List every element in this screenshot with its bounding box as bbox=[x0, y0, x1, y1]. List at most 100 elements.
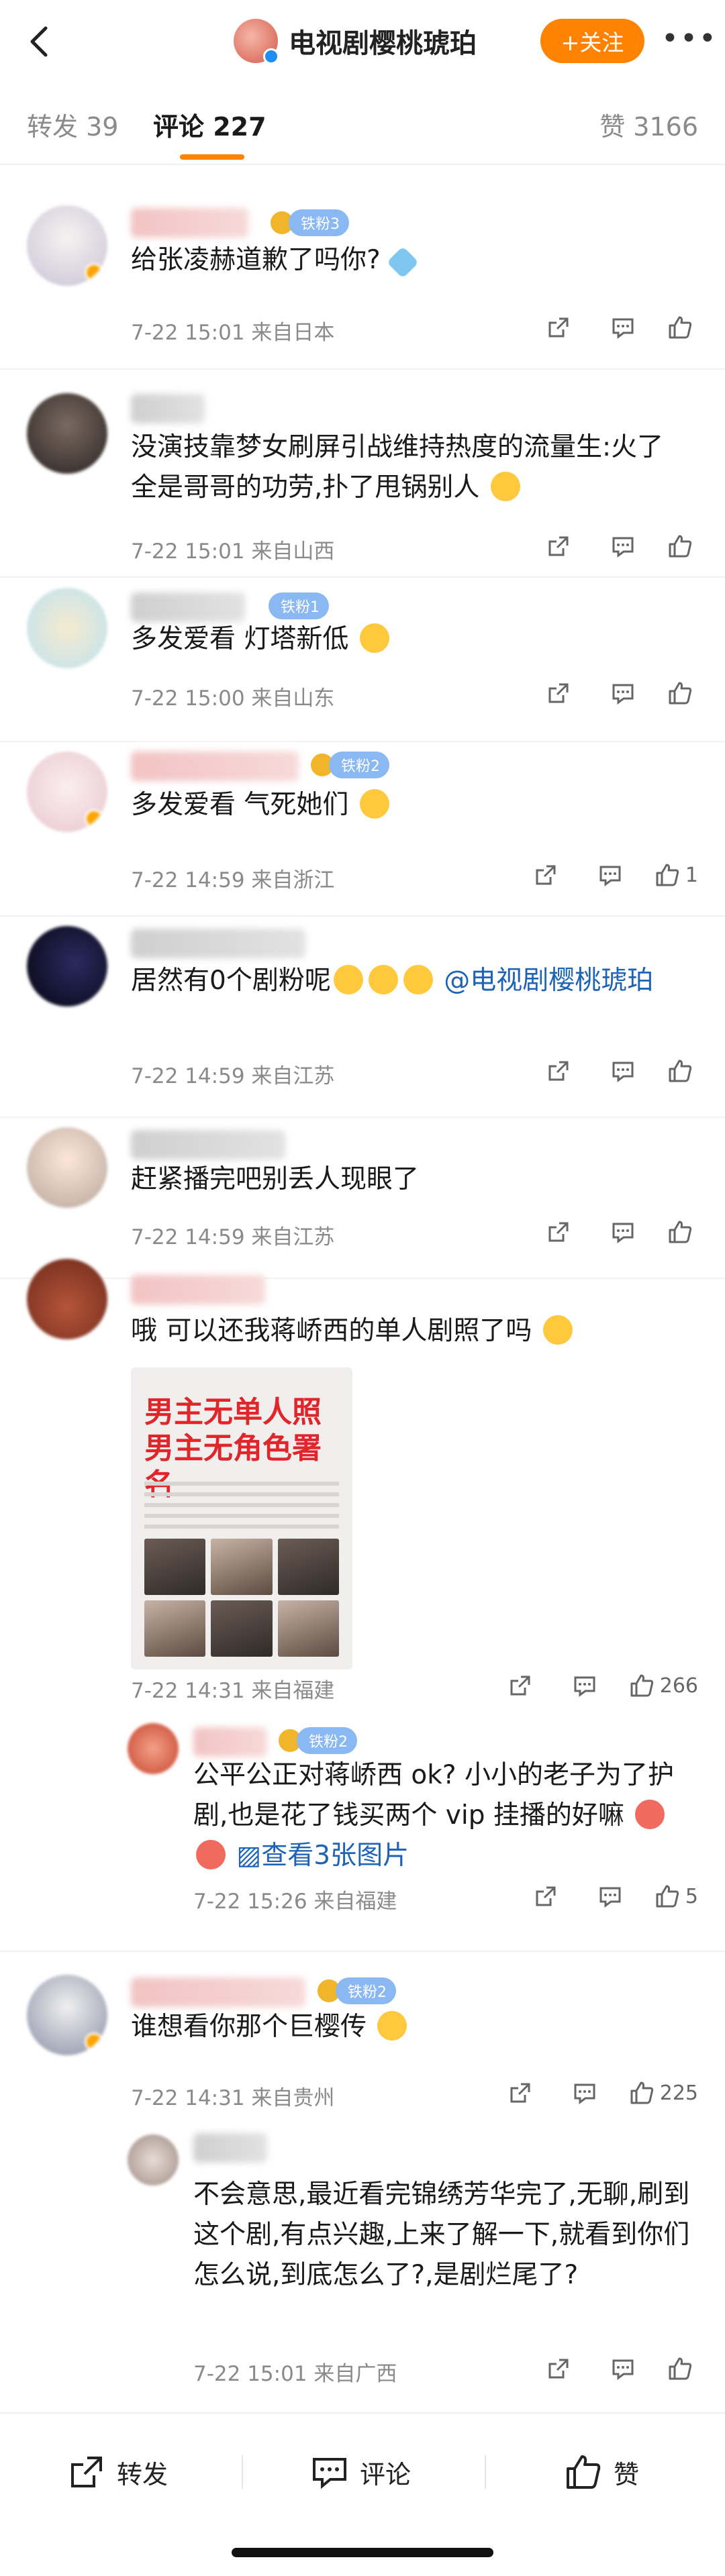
like-button[interactable] bbox=[655, 677, 698, 709]
like-button[interactable] bbox=[655, 530, 698, 562]
like-button[interactable] bbox=[655, 1216, 698, 1248]
view-images-link[interactable]: ▨查看3张图片 bbox=[236, 1841, 409, 1871]
username-blurred[interactable] bbox=[131, 1130, 285, 1160]
share-icon[interactable] bbox=[488, 1669, 552, 1702]
comment-meta: 7-22 14:31 来自福建 bbox=[131, 1679, 335, 1703]
comment-text: 给张凌赫道歉了吗你? bbox=[131, 240, 685, 280]
username-blurred[interactable] bbox=[131, 394, 205, 423]
thumbs-up-icon bbox=[656, 864, 679, 886]
reply-icon[interactable] bbox=[552, 2077, 617, 2109]
tab-like[interactable]: 赞 3166 bbox=[599, 106, 698, 143]
reply-icon[interactable] bbox=[578, 1880, 642, 1912]
comment-meta: 7-22 15:01 来自山西 bbox=[131, 539, 335, 564]
username-blurred[interactable] bbox=[131, 1977, 305, 2007]
thumbs-up-icon bbox=[669, 535, 692, 558]
verified-icon bbox=[85, 809, 103, 828]
thumbs-up-icon bbox=[656, 1885, 679, 1908]
back-arrow-icon[interactable] bbox=[20, 21, 60, 62]
share-icon[interactable] bbox=[526, 2353, 591, 2385]
avatar[interactable] bbox=[27, 1975, 107, 2055]
comment-actions bbox=[526, 311, 698, 344]
more-options-icon[interactable]: ••• bbox=[661, 24, 716, 56]
thumbs-up-icon bbox=[630, 2081, 653, 2104]
angry-emoji-icon bbox=[359, 789, 389, 819]
like-button[interactable] bbox=[655, 1055, 698, 1087]
comment-button[interactable]: 评论 bbox=[310, 2449, 725, 2495]
avatar[interactable] bbox=[27, 588, 107, 668]
comment-item: 赶紧播完吧别丢人现眼了 7-22 14:59 来自江苏 bbox=[0, 1118, 725, 1279]
share-icon[interactable] bbox=[526, 1216, 591, 1248]
follow-button[interactable]: +关注 bbox=[540, 19, 644, 63]
username-blurred[interactable] bbox=[193, 2133, 267, 2163]
diamond-emoji-icon bbox=[387, 246, 420, 279]
like-button[interactable]: 1 bbox=[642, 859, 698, 891]
tab-repost[interactable]: 转发 39 bbox=[27, 106, 118, 143]
username-blurred[interactable] bbox=[131, 208, 248, 238]
avatar[interactable] bbox=[27, 752, 107, 832]
avatar[interactable] bbox=[27, 1259, 107, 1339]
avatar[interactable] bbox=[27, 393, 107, 474]
reply-icon[interactable] bbox=[591, 1055, 655, 1087]
comment-text: 没演技靠梦女刷屏引战维持热度的流量生:火了全是哥哥的功劳,扑了甩锅别人 bbox=[131, 432, 664, 503]
mention-link[interactable]: @电视剧樱桃琥珀 bbox=[444, 966, 653, 996]
laughing-emoji-icon bbox=[490, 472, 520, 501]
like-button[interactable] bbox=[655, 2353, 698, 2385]
reply-icon[interactable] bbox=[591, 530, 655, 562]
avatar[interactable] bbox=[27, 1127, 107, 1208]
verified-icon bbox=[263, 48, 279, 64]
reply-icon[interactable] bbox=[552, 1669, 617, 1702]
avatar[interactable] bbox=[128, 1723, 179, 1774]
image-photo-grid bbox=[144, 1539, 339, 1657]
share-icon[interactable] bbox=[514, 1880, 578, 1912]
reply-meta: 7-22 15:01 来自广西 bbox=[193, 2362, 397, 2386]
share-icon[interactable] bbox=[526, 530, 591, 562]
account-avatar[interactable] bbox=[234, 19, 279, 64]
avatar[interactable] bbox=[128, 2134, 179, 2185]
reply-icon[interactable] bbox=[591, 311, 655, 344]
comment-actions: 266 bbox=[488, 1669, 698, 1702]
share-icon[interactable] bbox=[526, 1055, 591, 1087]
like-button[interactable]: 5 bbox=[642, 1880, 698, 1912]
username-blurred[interactable] bbox=[131, 593, 245, 622]
share-icon[interactable] bbox=[488, 2077, 552, 2109]
blowing-kiss-emoji-icon bbox=[359, 623, 389, 653]
like-post-button[interactable]: 赞 bbox=[564, 2449, 639, 2495]
share-icon[interactable] bbox=[526, 311, 591, 344]
share-icon[interactable] bbox=[514, 859, 578, 891]
username-blurred[interactable] bbox=[131, 1275, 265, 1304]
comment-item: 铁粉1 多发爱看 灯塔新低 7-22 15:00 来自山东 bbox=[0, 578, 725, 742]
avatar[interactable] bbox=[27, 926, 107, 1007]
verified-icon bbox=[85, 263, 103, 282]
thumbs-up-icon bbox=[630, 1674, 653, 1697]
username-blurred[interactable] bbox=[131, 929, 305, 958]
username-blurred[interactable] bbox=[193, 1727, 267, 1757]
kiss-emoji-icon bbox=[542, 1315, 573, 1345]
tab-bar: 转发 39 评论 227 赞 3166 bbox=[0, 82, 725, 165]
comment-item: 哦 可以还我蒋峤西的单人剧照了吗 男主无单人照 男主无角色署名 7-22 14:… bbox=[0, 1259, 725, 1952]
comment-item: 没演技靠梦女刷屏引战维持热度的流量生:火了全是哥哥的功劳,扑了甩锅别人 7-22… bbox=[0, 370, 725, 578]
share-icon[interactable] bbox=[526, 677, 591, 709]
like-button[interactable] bbox=[655, 311, 698, 344]
like-button[interactable]: 225 bbox=[617, 2077, 698, 2109]
smile-emoji-icon bbox=[368, 965, 398, 994]
thumbs-up-icon bbox=[669, 2357, 692, 2380]
comment-image[interactable]: 男主无单人照 男主无角色署名 bbox=[131, 1368, 352, 1669]
reply-icon[interactable] bbox=[591, 1216, 655, 1248]
reply-icon[interactable] bbox=[591, 2353, 655, 2385]
comment-actions: 225 bbox=[488, 2077, 698, 2109]
account-title[interactable]: 电视剧樱桃琥珀 bbox=[234, 19, 477, 64]
reply-icon[interactable] bbox=[591, 677, 655, 709]
avatar[interactable] bbox=[27, 205, 107, 286]
like-button[interactable]: 266 bbox=[617, 1669, 698, 1702]
reply-actions bbox=[526, 2353, 698, 2385]
fan-badge: 铁粉3 bbox=[269, 209, 349, 236]
comment-actions bbox=[526, 677, 698, 709]
active-tab-indicator bbox=[180, 154, 244, 160]
username-blurred[interactable] bbox=[131, 752, 299, 781]
reply-icon[interactable] bbox=[578, 859, 642, 891]
thumbs-up-icon bbox=[669, 316, 692, 339]
verified-icon bbox=[85, 2032, 103, 2051]
repost-button[interactable]: 转发 bbox=[67, 2449, 168, 2495]
smile-emoji-icon bbox=[377, 2011, 407, 2041]
smile-emoji-icon bbox=[403, 965, 433, 994]
